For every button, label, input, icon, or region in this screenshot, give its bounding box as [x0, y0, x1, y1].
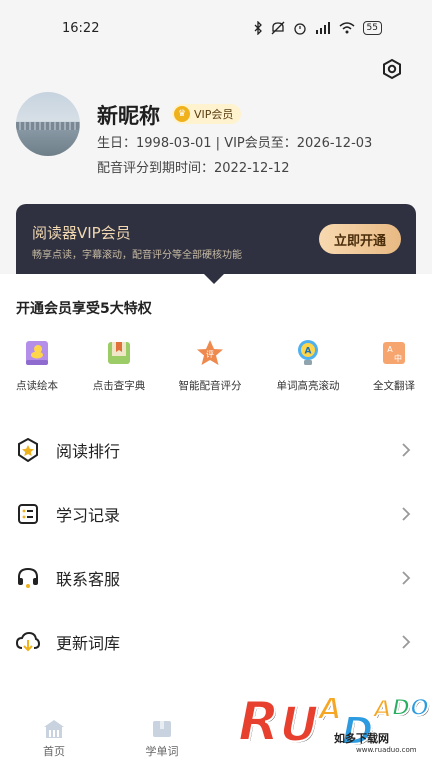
crown-icon: ♛ [174, 106, 190, 122]
gear-icon [383, 58, 401, 80]
vip-badge-label: VIP会员 [194, 108, 234, 121]
feature-label: 智能配音评分 [178, 380, 242, 392]
menu-label: 更新词库 [56, 634, 121, 653]
chevron-right-icon [398, 442, 414, 458]
watermark-logo: R U A D A D O 如多下载网 www.ruaduo.com [237, 689, 430, 762]
battery-indicator: 55 [362, 21, 382, 35]
feature-label: 点读绘本 [16, 380, 58, 392]
feature-label: 点击查字典 [92, 380, 146, 392]
nickname[interactable]: 新昵称 [97, 100, 160, 130]
svg-text:A: A [387, 345, 393, 354]
svg-text:评: 评 [206, 350, 214, 359]
feature-label: 单词高亮滚动 [276, 380, 340, 392]
dictionary-icon [104, 338, 134, 368]
vip-card-subtitle: 畅享点读，字幕滚动，配音评分等全部硬核功能 [32, 250, 242, 261]
headset-icon [16, 566, 40, 590]
nav-item-learn-words[interactable]: 学单词 [122, 718, 202, 759]
bluetooth-icon [253, 21, 263, 35]
avatar[interactable] [16, 92, 80, 156]
mute-icon [271, 21, 285, 35]
chevron-right-icon [398, 506, 414, 522]
privileges-title: 开通会员享受5大特权 [16, 301, 152, 317]
watermark-url: www.ruaduo.com [356, 746, 417, 754]
star-rating-icon: 评 [195, 338, 225, 368]
vip-badge: ♛ VIP会员 [172, 104, 242, 124]
feature-dubbing-score[interactable]: 评 智能配音评分 [170, 338, 250, 393]
avatar-image [16, 122, 80, 130]
alarm-icon [293, 21, 307, 35]
lightbulb-a-icon: A [293, 338, 323, 368]
menu-label: 联系客服 [56, 570, 121, 589]
feature-full-translation[interactable]: A中 全文翻译 [354, 338, 432, 393]
feature-read-picture-book[interactable]: 点读绘本 [0, 338, 77, 393]
wifi-icon [339, 22, 355, 34]
open-vip-button[interactable]: 立即开通 [319, 224, 401, 254]
status-icons: 55 [253, 21, 382, 35]
menu-item-reading-ranking[interactable]: 阅读排行 [0, 426, 432, 474]
vip-card-title: 阅读器VIP会员 [32, 224, 131, 242]
menu-label: 学习记录 [56, 506, 121, 525]
nav-label: 首页 [43, 745, 65, 758]
translate-icon: A中 [379, 338, 409, 368]
status-bar: 16:22 55 [0, 0, 432, 56]
vip-card-pointer [204, 274, 224, 284]
nav-item-home[interactable]: 首页 [14, 718, 94, 759]
home-icon [42, 718, 66, 740]
cloud-download-icon [16, 630, 40, 654]
chevron-right-icon [398, 634, 414, 650]
settings-button[interactable] [379, 56, 405, 82]
word-book-icon [150, 718, 174, 740]
status-time: 16:22 [62, 20, 100, 36]
ranking-badge-icon [16, 438, 40, 462]
record-list-icon [16, 502, 40, 526]
feature-word-highlight[interactable]: A 单词高亮滚动 [268, 338, 348, 393]
menu-item-update-vocabulary[interactable]: 更新词库 [0, 618, 432, 666]
svg-text:中: 中 [394, 353, 402, 363]
feature-dictionary[interactable]: 点击查字典 [79, 338, 159, 393]
signal-icon [315, 22, 331, 34]
vip-promo-card: 阅读器VIP会员 畅享点读，字幕滚动，配音评分等全部硬核功能 立即开通 [16, 204, 416, 274]
svg-text:A: A [305, 347, 312, 357]
menu-label: 阅读排行 [56, 442, 121, 461]
duck-book-icon [22, 338, 52, 368]
birthday-vip-expiry: 生日：1998-03-01 | VIP会员至：2026-12-03 [97, 136, 373, 151]
dubbing-expiry: 配音评分到期时间：2022-12-12 [97, 161, 290, 176]
chevron-right-icon [398, 570, 414, 586]
feature-label: 全文翻译 [373, 380, 415, 392]
menu-item-study-record[interactable]: 学习记录 [0, 490, 432, 538]
nav-label: 学单词 [145, 745, 179, 758]
menu-item-contact-service[interactable]: 联系客服 [0, 554, 432, 602]
watermark-subtitle: 如多下载网 [334, 732, 389, 745]
